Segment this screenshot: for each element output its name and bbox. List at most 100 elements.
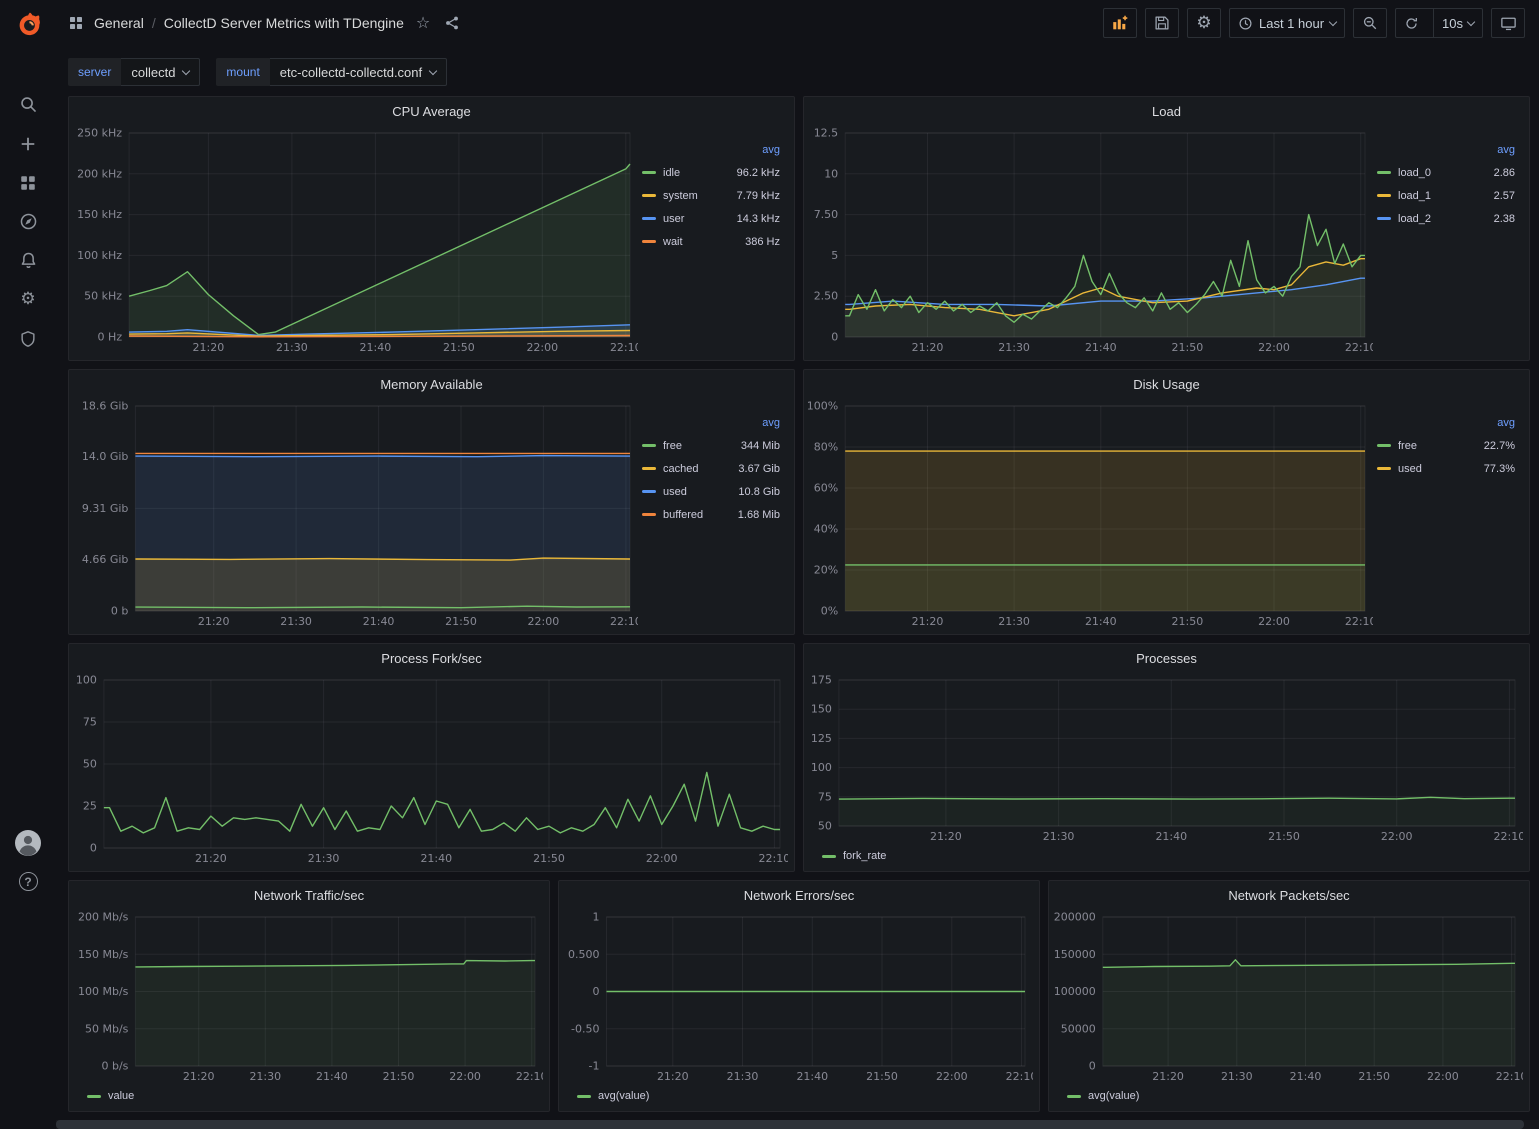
time-series-chart[interactable]: -1-0.5000.500121:2021:3021:4021:5022:002… [563,909,1033,1085]
time-series-chart[interactable]: 0 Hz50 kHz100 kHz150 kHz200 kHz250 kHz21… [73,125,638,356]
svg-text:21:20: 21:20 [193,341,225,354]
legend-metric-header[interactable]: avg [1377,139,1517,161]
legend-item[interactable]: used10.8 Gib [642,480,782,503]
panel-title[interactable]: Network Traffic/sec [69,881,549,909]
series-name: load_0 [1398,167,1431,179]
sidebar-item-create[interactable] [8,124,48,163]
chevron-down-icon [1467,17,1475,25]
refresh-button[interactable] [1396,9,1427,37]
sidebar-item-help[interactable]: ? [8,862,48,901]
clock-icon [1238,16,1253,31]
legend-item[interactable]: load_12.57 [1377,184,1517,207]
legend-item[interactable]: load_02.86 [1377,161,1517,184]
horizontal-scrollbar[interactable] [56,1120,1539,1129]
sidebar-item-alerting[interactable] [8,241,48,280]
chevron-down-icon [182,66,190,74]
legend-metric-header[interactable]: avg [1377,412,1517,434]
series-color-swatch [642,194,656,197]
share-dashboard-button[interactable] [442,13,462,33]
panel-title[interactable]: CPU Average [69,97,794,125]
sidebar-item-configuration[interactable]: ⚙ [8,280,48,319]
cycle-view-mode-button[interactable] [1491,8,1525,38]
legend-item[interactable]: system 7.79 kHz [642,184,782,207]
svg-text:22:00: 22:00 [449,1070,481,1083]
var-mount-value: etc-collectd-collectd.conf [280,65,422,80]
svg-text:21:20: 21:20 [198,615,230,628]
svg-text:100000: 100000 [1054,985,1096,998]
series-name: cached [663,463,698,475]
time-series-chart[interactable]: 05000010000015000020000021:2021:3021:402… [1053,909,1523,1085]
breadcrumb-dashboard-title[interactable]: CollectD Server Metrics with TDengine [164,15,404,31]
svg-text:21:50: 21:50 [445,615,477,628]
panel-title[interactable]: Network Errors/sec [559,881,1039,909]
panel-title[interactable]: Load [804,97,1529,125]
add-panel-button[interactable] [1103,8,1137,38]
legend-item[interactable]: avg(value) [1067,1085,1139,1108]
series-name: avg(value) [1088,1090,1139,1102]
legend-item[interactable]: buffered1.68 Mib [642,503,782,526]
legend-item[interactable]: idle96.2 kHz [642,161,782,184]
legend-item[interactable]: cached3.67 Gib [642,457,782,480]
time-series-chart[interactable]: 0 b/s50 Mb/s100 Mb/s150 Mb/s200 Mb/s21:2… [73,909,543,1085]
var-mount-select[interactable]: etc-collectd-collectd.conf [270,58,447,86]
svg-text:10: 10 [824,167,838,180]
svg-text:21:30: 21:30 [249,1070,281,1083]
svg-text:200 Mb/s: 200 Mb/s [78,911,129,924]
sidebar-item-explore[interactable] [8,202,48,241]
zoom-out-time-button[interactable] [1353,8,1387,38]
sidebar-item-server-admin[interactable] [8,319,48,358]
svg-text:21:40: 21:40 [420,852,452,865]
panel-title[interactable]: Process Fork/sec [69,644,794,672]
share-icon [444,15,460,31]
star-dashboard-button[interactable]: ☆ [414,13,432,33]
var-server-select[interactable]: collectd [121,58,200,86]
refresh-interval-select[interactable]: 10s [1433,9,1482,37]
series-name: user [663,213,684,225]
legend-metric-header[interactable]: avg [642,139,782,161]
svg-text:21:40: 21:40 [316,1070,348,1083]
legend-item[interactable]: used77.3% [1377,457,1517,480]
series-name: used [1398,463,1422,475]
scrollbar-thumb[interactable] [56,1120,1524,1129]
legend-item[interactable]: fork_rate [822,845,886,868]
svg-text:14.0 Gib: 14.0 Gib [82,450,129,463]
user-profile-button[interactable] [8,823,48,862]
series-name: system [663,190,698,202]
panel-title[interactable]: Memory Available [69,370,794,398]
panel-title[interactable]: Disk Usage [804,370,1529,398]
legend-item[interactable]: wait386 Hz [642,230,782,253]
panel-title[interactable]: Processes [804,644,1529,672]
series-avg-value: 7.79 kHz [737,190,782,202]
svg-text:125: 125 [811,732,832,745]
time-series-chart[interactable]: 02.5057.501012.521:2021:3021:4021:5022:0… [808,125,1373,356]
dashboard-settings-button[interactable]: ⚙ [1187,8,1221,38]
svg-text:21:50: 21:50 [1268,830,1300,843]
save-dashboard-button[interactable] [1145,8,1179,38]
grafana-logo[interactable] [0,0,56,47]
sidebar-item-search[interactable] [8,85,48,124]
legend-item[interactable]: avg(value) [577,1085,649,1108]
time-series-chart[interactable]: 507510012515017521:2021:3021:4021:5022:0… [808,672,1523,845]
var-mount: mount etc-collectd-collectd.conf [216,58,447,86]
time-series-chart[interactable]: 025507510021:2021:3021:4021:5022:0022:10 [73,672,788,867]
svg-text:21:30: 21:30 [1043,830,1075,843]
legend-item[interactable]: user14.3 kHz [642,207,782,230]
svg-text:0: 0 [831,331,838,344]
plus-icon [19,135,37,153]
legend-item[interactable]: free344 Mib [642,434,782,457]
svg-text:22:10: 22:10 [516,1070,543,1083]
refresh-interval-value: 10s [1442,16,1463,31]
panel-row-1: CPU Average 0 Hz50 kHz100 kHz150 kHz200 … [68,96,1530,361]
sidebar-item-dashboards[interactable] [8,163,48,202]
time-series-chart[interactable]: 0%20%40%60%80%100%21:2021:3021:4021:5022… [808,398,1373,630]
series-avg-value: 2.38 [1494,213,1517,225]
panel-title[interactable]: Network Packets/sec [1049,881,1529,909]
time-series-chart[interactable]: 0 b4.66 Gib9.31 Gib14.0 Gib18.6 Gib21:20… [73,398,638,630]
legend-metric-header[interactable]: avg [642,412,782,434]
breadcrumb-folder[interactable]: General [94,15,144,31]
legend-item[interactable]: load_22.38 [1377,207,1517,230]
legend-item[interactable]: value [87,1085,134,1108]
time-range-picker[interactable]: Last 1 hour [1229,8,1345,38]
series-color-swatch [1377,444,1391,447]
legend-item[interactable]: free22.7% [1377,434,1517,457]
